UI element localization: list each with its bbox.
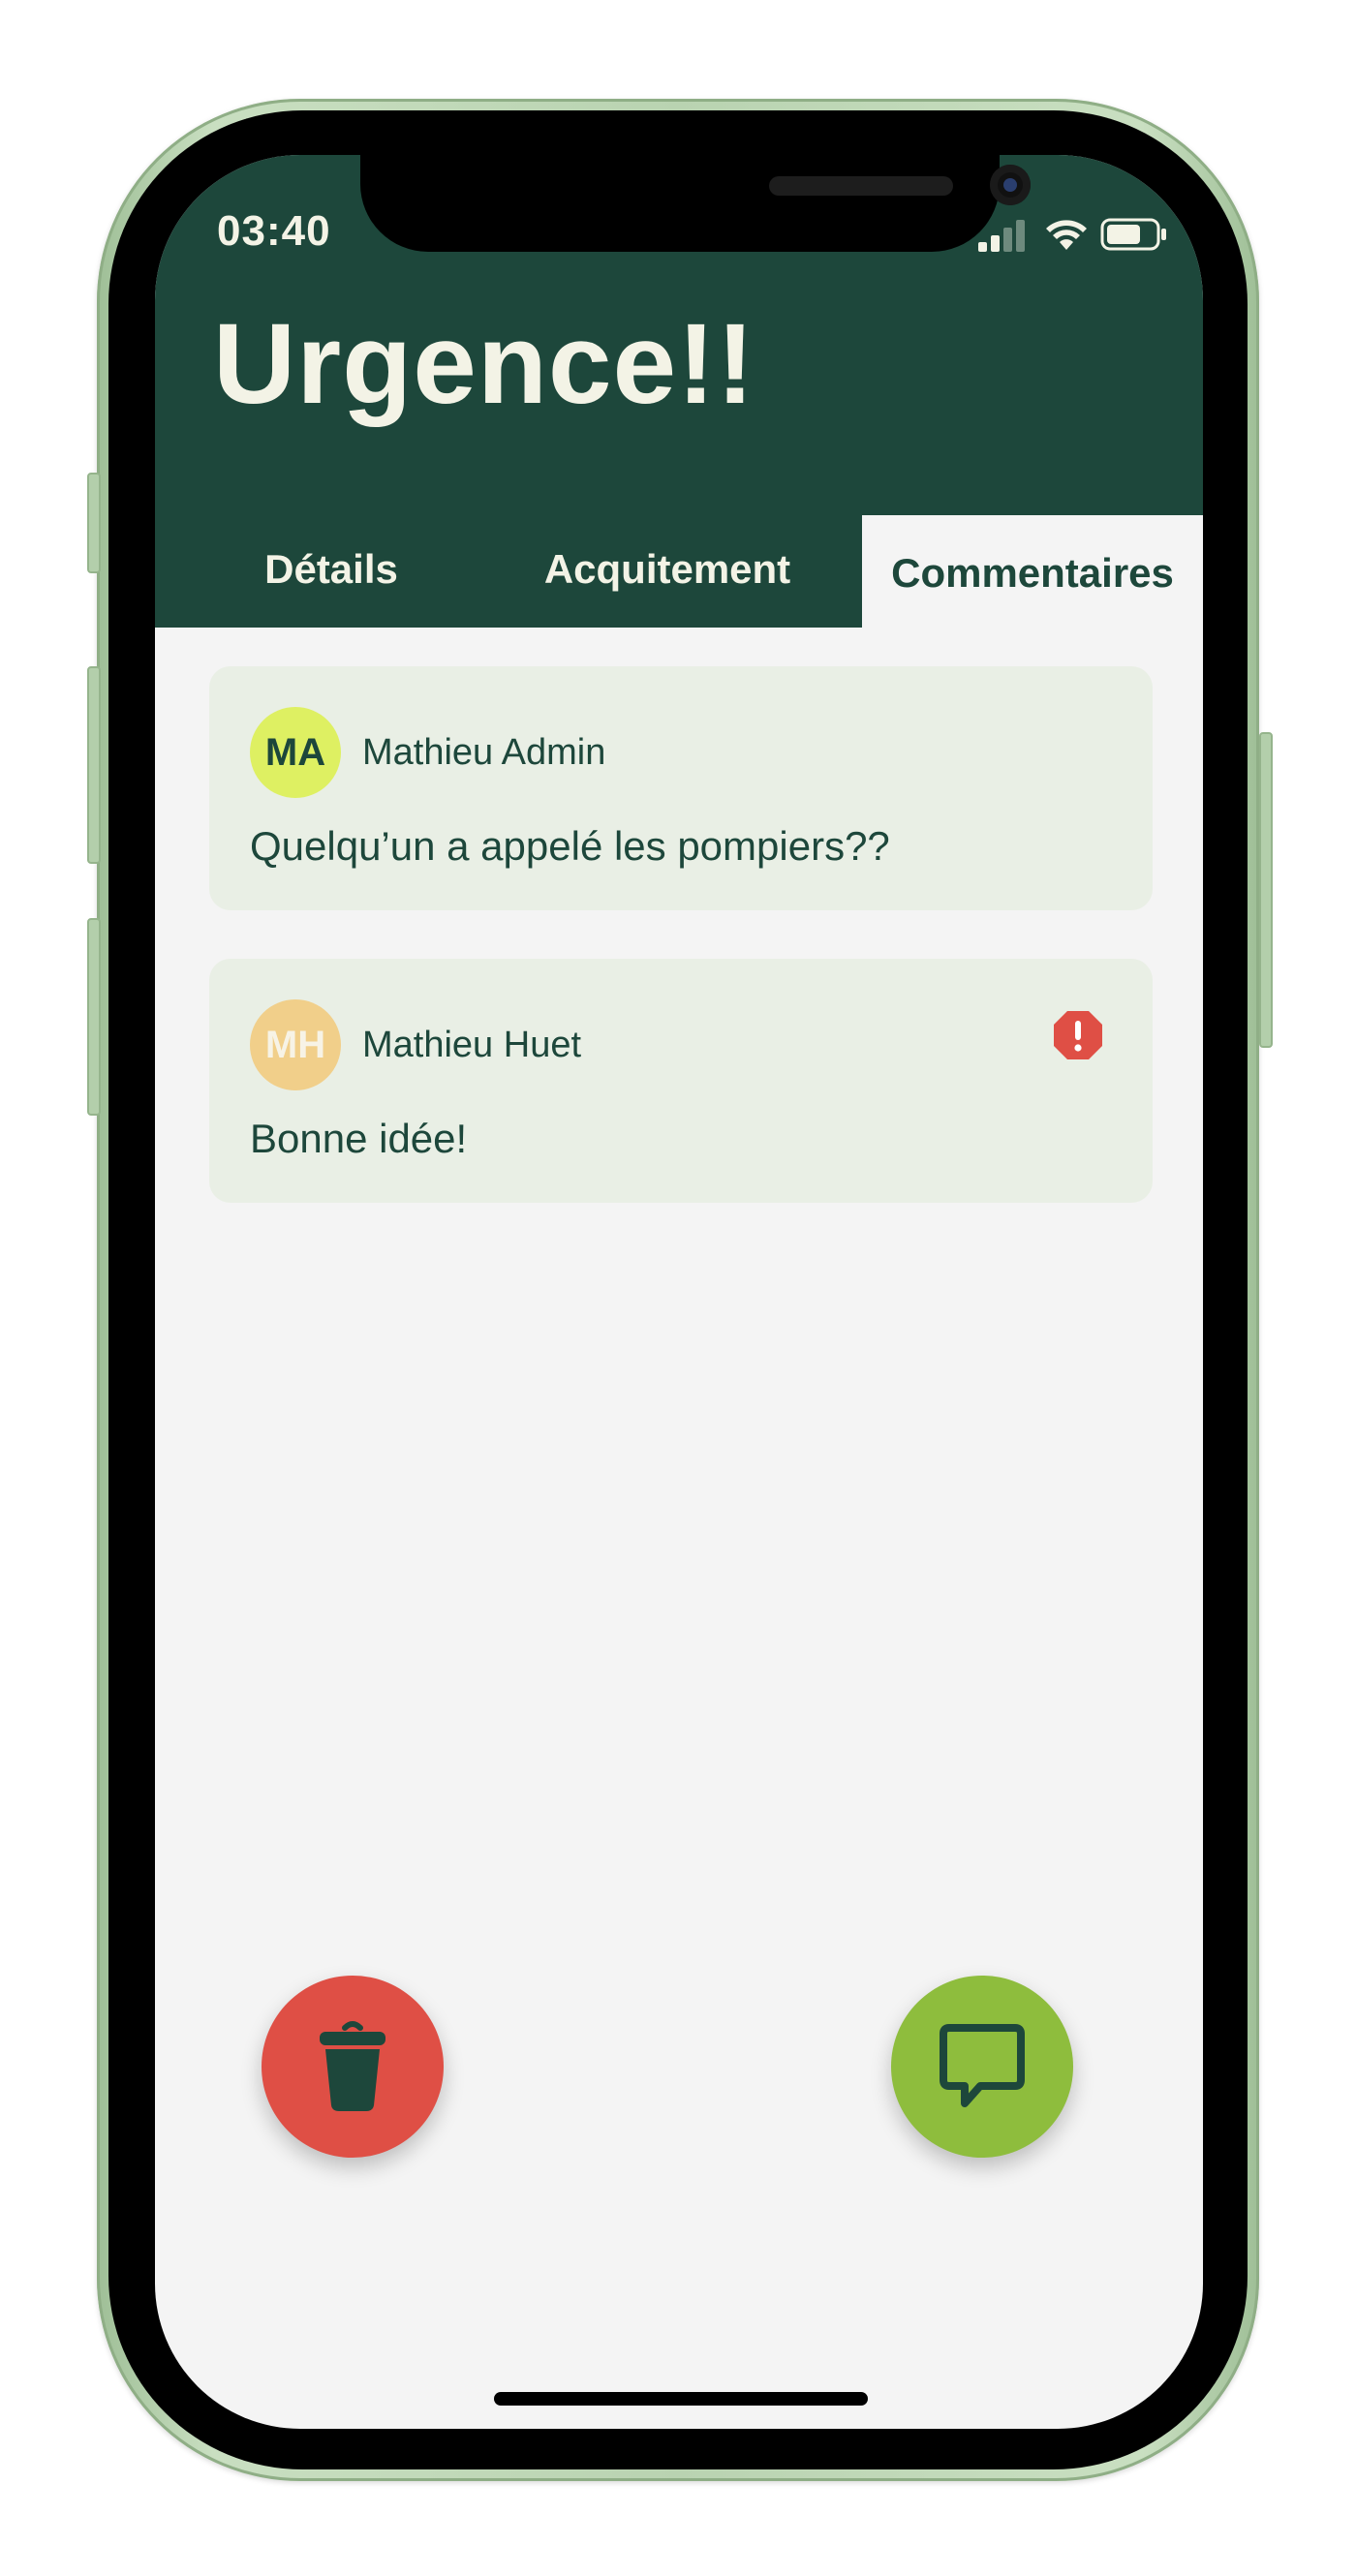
- device-stage: 03:40 Urgence!! Détails Acquitement Comm…: [0, 0, 1356, 2576]
- trash-icon: [320, 2021, 385, 2111]
- comment-card: MA Mathieu Admin Quelqu’un a appelé les …: [209, 666, 1153, 910]
- comment-text: Bonne idée!: [250, 1116, 468, 1161]
- front-camera: [990, 165, 1031, 205]
- speaker: [769, 176, 953, 196]
- error-icon: [1054, 1011, 1102, 1059]
- status-icons: [976, 215, 1170, 254]
- screen: 03:40 Urgence!! Détails Acquitement Comm…: [155, 155, 1203, 2429]
- power-button: [1259, 732, 1273, 1048]
- volume-down-button: [87, 918, 101, 1116]
- tab-commentaires-label: Commentaires: [891, 550, 1174, 596]
- comment-author: Mathieu Admin: [362, 732, 606, 773]
- tab-acquitement[interactable]: Acquitement: [500, 515, 835, 624]
- add-comment-button[interactable]: [891, 1976, 1073, 2158]
- notch: [360, 155, 1031, 252]
- tab-details-label: Détails: [264, 546, 398, 592]
- chat-bubble-icon: [940, 2024, 1025, 2107]
- page-title: Urgence!!: [213, 300, 755, 428]
- avatar-initials: MA: [264, 730, 326, 774]
- wifi-icon: [1046, 220, 1087, 250]
- signal-icon: [978, 220, 1025, 252]
- tab-bar: Détails Acquitement Commentaires: [155, 515, 1203, 628]
- avatar-initials: MH: [264, 1023, 326, 1066]
- app-header: 03:40 Urgence!! Détails Acquitement Comm…: [155, 155, 1203, 628]
- avatar: MH: [250, 999, 341, 1090]
- tab-acquitement-label: Acquitement: [543, 546, 791, 592]
- status-time: 03:40: [217, 207, 331, 255]
- battery-icon: [1100, 218, 1166, 251]
- comment-card: MH Mathieu Huet Bonne idée!: [209, 959, 1153, 1203]
- home-indicator[interactable]: [494, 2392, 868, 2406]
- volume-up-button: [87, 666, 101, 864]
- avatar: MA: [250, 707, 341, 798]
- tab-details[interactable]: Détails: [211, 515, 451, 624]
- delete-button[interactable]: [262, 1976, 444, 2158]
- comment-author: Mathieu Huet: [362, 1025, 582, 1065]
- comment-text: Quelqu’un a appelé les pompiers??: [250, 823, 890, 869]
- mute-switch: [87, 473, 101, 573]
- tab-commentaires[interactable]: Commentaires: [862, 515, 1203, 628]
